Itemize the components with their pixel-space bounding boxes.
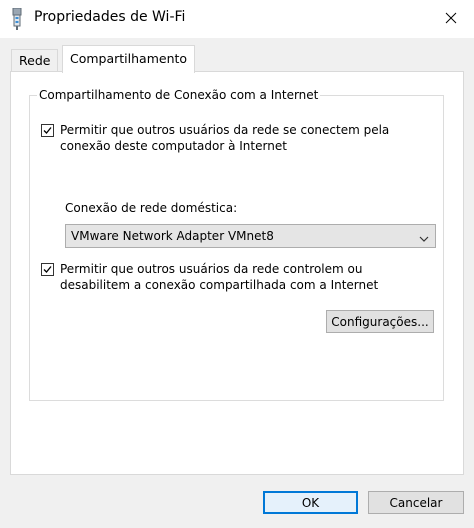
tab-compartilhamento[interactable]: Compartilhamento (62, 45, 196, 73)
window-title: Propriedades de Wi-Fi (34, 9, 186, 25)
allow-connect-row[interactable]: Permitir que outros usuários da rede se … (41, 122, 424, 154)
close-button[interactable] (428, 0, 474, 38)
home-network-select[interactable]: VMware Network Adapter VMnet8 (65, 224, 436, 248)
ok-button[interactable]: OK (263, 491, 358, 514)
dialog-client-area: Rede Compartilhamento Compartilhamento d… (0, 38, 474, 528)
chevron-down-icon (419, 232, 429, 246)
settings-button[interactable]: Configurações... (326, 310, 434, 333)
network-adapter-icon (10, 7, 24, 30)
tab-panel-compartilhamento: Compartilhamento de Conexão com a Intern… (10, 71, 464, 475)
ics-group-title: Compartilhamento de Conexão com a Intern… (37, 88, 321, 102)
title-bar: Propriedades de Wi-Fi (0, 0, 474, 38)
home-network-value: VMware Network Adapter VMnet8 (71, 229, 274, 243)
allow-control-row[interactable]: Permitir que outros usuários da rede con… (41, 261, 424, 293)
home-network-label: Conexão de rede doméstica: (65, 201, 238, 215)
checkmark-icon (43, 266, 52, 273)
allow-connect-checkbox[interactable] (41, 124, 54, 137)
allow-control-checkbox[interactable] (41, 263, 54, 276)
allow-control-label: Permitir que outros usuários da rede con… (60, 262, 379, 292)
cancel-button[interactable]: Cancelar (368, 491, 464, 514)
tab-rede[interactable]: Rede (11, 49, 59, 71)
allow-connect-label: Permitir que outros usuários da rede se … (60, 123, 390, 153)
close-icon (445, 12, 457, 27)
checkmark-icon (43, 127, 52, 134)
